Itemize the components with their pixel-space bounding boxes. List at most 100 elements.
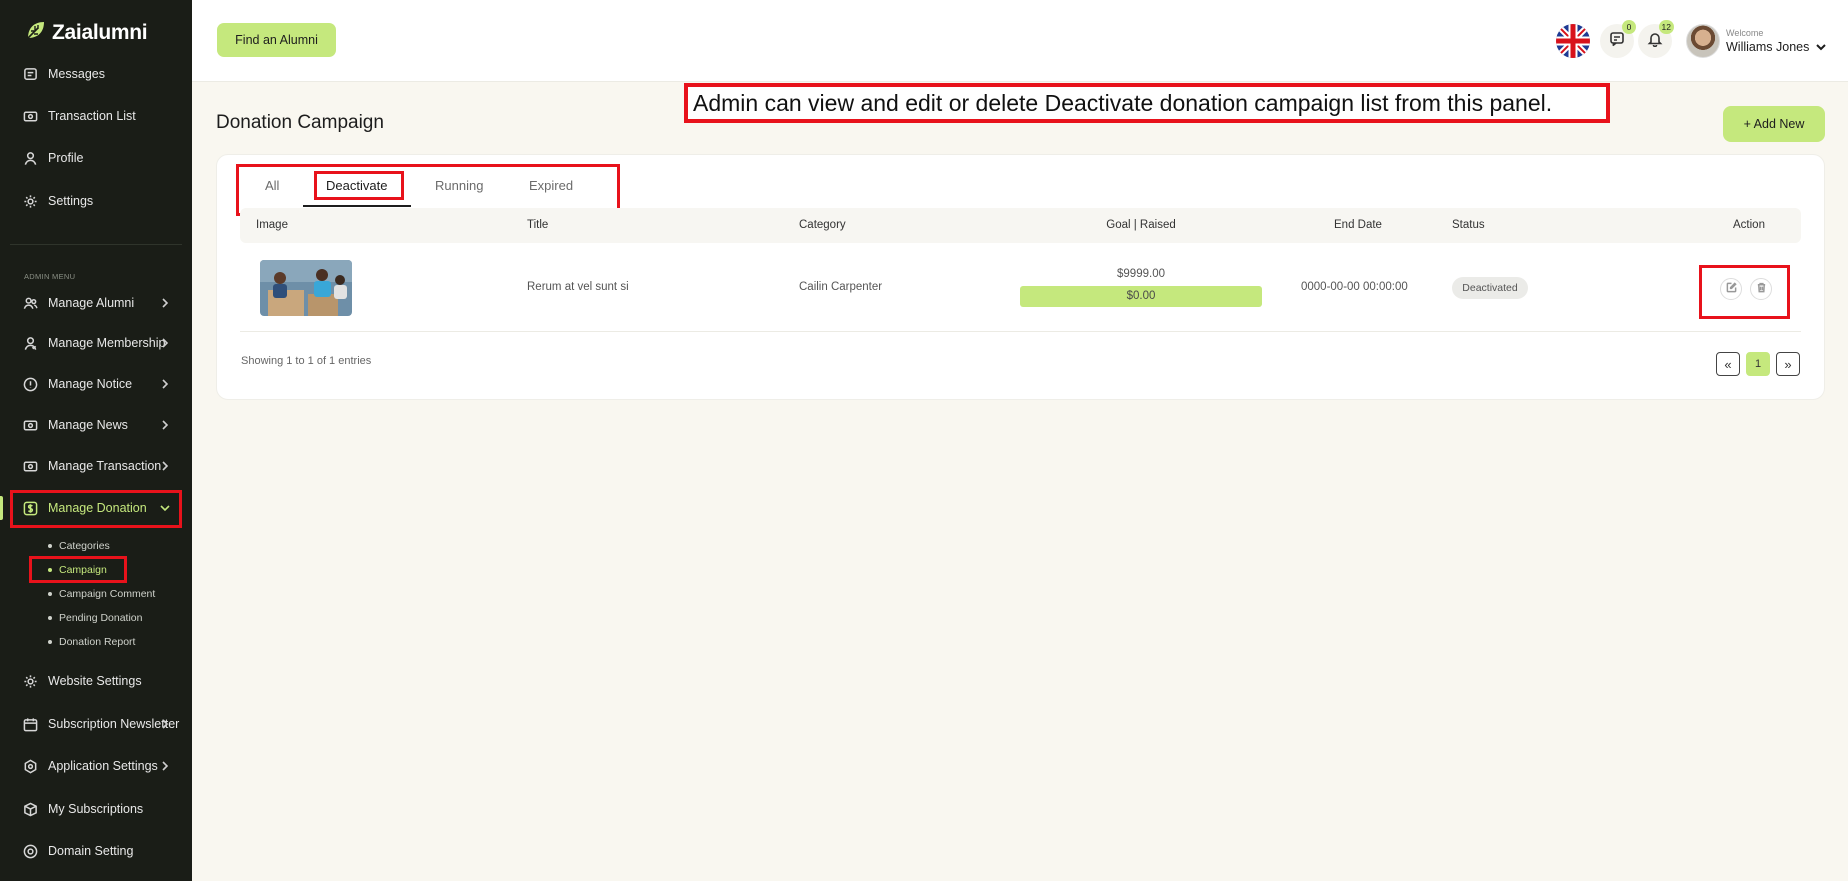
admin-menu-label: ADMIN MENU bbox=[24, 272, 76, 281]
column-header-end-date: End Date bbox=[1334, 219, 1382, 231]
sidebar-item-application-settings[interactable]: Application Settings bbox=[10, 747, 182, 785]
chevron-right-icon bbox=[158, 459, 172, 473]
sidebar-item-label: Manage Transaction bbox=[48, 459, 162, 473]
notifications-button[interactable]: 12 bbox=[1638, 20, 1674, 58]
sidebar-item-transaction-list[interactable]: Transaction List bbox=[10, 97, 182, 135]
sidebar-item-label: Manage Notice bbox=[48, 377, 133, 391]
sidebar-subitem-label: Pending Donation bbox=[59, 612, 143, 624]
sidebar-subitem-label: Campaign Comment bbox=[59, 588, 156, 600]
sidebar-item-label: Application Settings bbox=[48, 759, 158, 773]
sidebar-item-profile[interactable]: Profile bbox=[10, 139, 182, 177]
sidebar-subitem-campaign[interactable]: Campaign bbox=[48, 564, 107, 576]
brand-name: Zaialumni bbox=[52, 20, 148, 44]
bullet-dot bbox=[48, 544, 52, 548]
sidebar-item-manage-transaction[interactable]: Manage Transaction bbox=[10, 447, 182, 485]
bullet-dot bbox=[48, 640, 52, 644]
sidebar-item-subscription-newsletter[interactable]: Subscription Newsletter bbox=[10, 705, 182, 743]
campaign-goal: $9999.00 bbox=[1117, 268, 1165, 280]
sidebar-item-my-subscriptions[interactable]: My Subscriptions bbox=[10, 790, 182, 828]
delete-button[interactable] bbox=[1750, 278, 1772, 300]
alert-icon bbox=[22, 376, 38, 392]
active-indicator bbox=[0, 496, 3, 520]
news-icon bbox=[22, 417, 38, 433]
welcome-label: Welcome bbox=[1726, 28, 1764, 38]
sidebar-subitem-label: Donation Report bbox=[59, 636, 136, 648]
hexagon-icon bbox=[22, 758, 38, 774]
add-new-button[interactable]: + Add New bbox=[1723, 106, 1825, 142]
messages-button[interactable]: 0 bbox=[1600, 20, 1636, 58]
user-name[interactable]: Williams Jones bbox=[1726, 40, 1809, 54]
pagination-page-1[interactable]: 1 bbox=[1746, 352, 1770, 376]
sidebar-item-manage-news[interactable]: Manage News bbox=[10, 406, 182, 444]
message-icon bbox=[22, 66, 38, 82]
calendar-icon bbox=[22, 716, 38, 732]
brand-logo[interactable]: Zaialumni bbox=[24, 18, 148, 47]
sidebar-item-messages[interactable]: Messages bbox=[10, 55, 182, 93]
sidebar-divider bbox=[10, 244, 182, 245]
sidebar-item-settings[interactable]: Settings bbox=[10, 182, 182, 220]
sidebar-subitem-categories[interactable]: Categories bbox=[48, 540, 110, 552]
chevron-right-icon bbox=[158, 759, 172, 773]
column-header-action: Action bbox=[1733, 219, 1765, 231]
campaign-title: Rerum at vel sunt si bbox=[527, 281, 629, 293]
chevron-right-icon bbox=[158, 336, 172, 350]
bullet-dot bbox=[48, 568, 52, 572]
sidebar-item-label: Manage Membership bbox=[48, 336, 166, 350]
column-header-title: Title bbox=[527, 219, 549, 231]
active-tab-underline bbox=[303, 205, 411, 207]
avatar[interactable] bbox=[1686, 24, 1720, 58]
sidebar-subitem-pending-donation[interactable]: Pending Donation bbox=[48, 612, 142, 624]
sidebar-subitem-donation-report[interactable]: Donation Report bbox=[48, 636, 135, 648]
sidebar-item-manage-donation[interactable]: Manage Donation bbox=[10, 489, 182, 527]
sidebar-item-label: Transaction List bbox=[48, 109, 136, 123]
table-row-divider bbox=[240, 331, 1801, 332]
column-header-goal-raised: Goal | Raised bbox=[1106, 219, 1176, 231]
chat-icon bbox=[1609, 31, 1625, 52]
sidebar-item-label: Profile bbox=[48, 151, 84, 165]
chevron-down-icon bbox=[158, 501, 172, 515]
sidebar-subitem-campaign-comment[interactable]: Campaign Comment bbox=[48, 588, 155, 600]
sidebar-item-manage-membership[interactable]: Manage Membership bbox=[10, 324, 182, 362]
page-title: Donation Campaign bbox=[216, 112, 384, 133]
sidebar-item-label: Domain Setting bbox=[48, 844, 134, 858]
entries-info: Showing 1 to 1 of 1 entries bbox=[241, 355, 372, 367]
chevron-right-icon bbox=[158, 377, 172, 391]
membership-icon bbox=[22, 335, 38, 351]
sidebar-item-label: Messages bbox=[48, 67, 105, 81]
chevron-right-icon bbox=[158, 296, 172, 310]
tab-all[interactable]: All bbox=[265, 178, 279, 193]
sidebar-item-label: My Subscriptions bbox=[48, 802, 144, 816]
sidebar-item-website-settings[interactable]: Website Settings bbox=[10, 662, 182, 700]
uk-flag-icon[interactable] bbox=[1556, 24, 1590, 58]
sidebar-subitem-label: Campaign bbox=[59, 564, 107, 576]
notifications-badge: 12 bbox=[1658, 20, 1674, 34]
transaction-icon bbox=[22, 458, 38, 474]
column-header-status: Status bbox=[1452, 219, 1485, 231]
pagination-prev[interactable]: « bbox=[1716, 352, 1740, 376]
wallet-icon bbox=[22, 108, 38, 124]
chevron-down-icon[interactable] bbox=[1814, 40, 1828, 54]
annotation-callout: Admin can view and edit or delete Deacti… bbox=[684, 83, 1610, 123]
messages-badge: 0 bbox=[1622, 20, 1636, 34]
find-alumni-button[interactable]: Find an Alumni bbox=[217, 23, 336, 57]
campaign-end-date: 0000-00-00 00:00:00 bbox=[1301, 281, 1408, 293]
top-header: Find an Alumni 0 12 Welcome Williams Jon… bbox=[192, 0, 1848, 82]
campaign-image bbox=[260, 260, 352, 316]
sidebar-subitem-label: Categories bbox=[59, 540, 110, 552]
column-header-image: Image bbox=[256, 219, 288, 231]
tab-expired[interactable]: Expired bbox=[529, 178, 573, 193]
gear-icon bbox=[22, 193, 38, 209]
tab-running[interactable]: Running bbox=[435, 178, 483, 193]
sidebar-item-manage-alumni[interactable]: Manage Alumni bbox=[10, 284, 182, 322]
bell-icon bbox=[1647, 31, 1663, 52]
sidebar-item-manage-notice[interactable]: Manage Notice bbox=[10, 365, 182, 403]
sidebar-item-domain-setting[interactable]: Domain Setting bbox=[10, 832, 182, 870]
trash-icon bbox=[1756, 280, 1767, 298]
edit-button[interactable] bbox=[1720, 278, 1742, 300]
gear-icon bbox=[22, 673, 38, 689]
leaf-logo-icon bbox=[24, 18, 48, 47]
tab-deactivate[interactable]: Deactivate bbox=[326, 178, 387, 193]
pagination-next[interactable]: » bbox=[1776, 352, 1800, 376]
sidebar-item-label: Website Settings bbox=[48, 674, 142, 688]
column-header-category: Category bbox=[799, 219, 846, 231]
